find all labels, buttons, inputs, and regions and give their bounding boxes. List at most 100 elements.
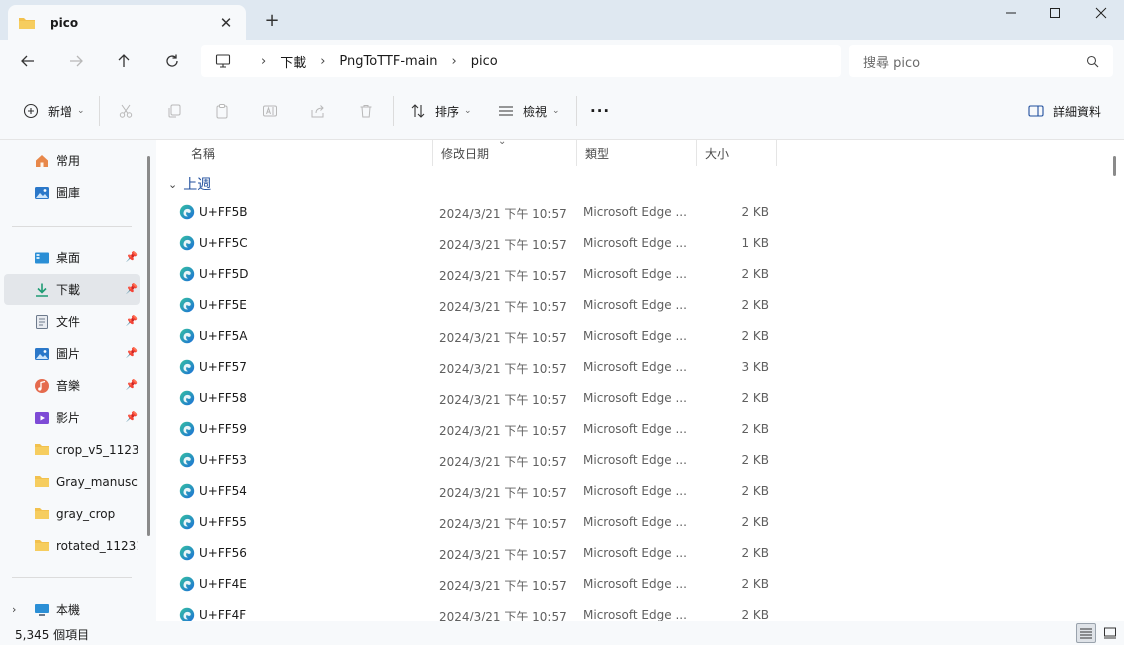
sidebar-item-folder[interactable]: Gray_manuscrip [4, 466, 140, 497]
tab-pico[interactable]: pico ✕ [8, 5, 246, 40]
file-date: 2024/3/21 下午 10:57 [439, 424, 567, 438]
file-row[interactable]: U+FF4F 2024/3/21 下午 10:57 Microsoft Edge .… [158, 599, 1108, 621]
chevron-down-icon: ⌄ [168, 177, 178, 191]
file-row[interactable]: U+FF56 2024/3/21 下午 10:57 Microsoft Edge .… [158, 537, 1108, 568]
file-date: 2024/3/21 下午 10:57 [439, 362, 567, 376]
edge-html-icon [179, 390, 195, 406]
file-type: Microsoft Edge ... [583, 422, 687, 436]
pin-icon[interactable]: 📌 [126, 316, 138, 327]
cut-button[interactable] [116, 101, 136, 121]
column-header-date[interactable]: 修改日期 [433, 140, 577, 166]
forward-button[interactable] [62, 48, 90, 74]
file-date: 2024/3/21 下午 10:57 [439, 579, 567, 593]
chevron-down-icon: ⌄ [552, 106, 560, 116]
breadcrumb-downloads[interactable]: 下載 [280, 52, 306, 71]
breadcrumb-separator[interactable]: › [452, 54, 457, 69]
sidebar-item-videos[interactable]: 影片 📌 [4, 402, 140, 433]
close-window-button[interactable] [1078, 0, 1124, 26]
group-header[interactable]: ⌄ 上週 [168, 174, 211, 194]
pin-icon[interactable]: 📌 [126, 380, 138, 391]
tab-close-button[interactable]: ✕ [216, 14, 236, 32]
address-row: › 下載 › PngToTTF-main › pico 搜尋 pico [0, 40, 1124, 82]
file-date: 2024/3/21 下午 10:57 [439, 455, 567, 469]
file-size: 2 KB [741, 422, 769, 436]
maximize-button[interactable] [1032, 0, 1078, 26]
file-row[interactable]: U+FF54 2024/3/21 下午 10:57 Microsoft Edge .… [158, 475, 1108, 506]
file-size: 2 KB [741, 608, 769, 621]
sidebar-item-downloads[interactable]: 下載 📌 [4, 274, 140, 305]
breadcrumb-pico[interactable]: pico [471, 54, 498, 69]
sort-button[interactable]: 排序 ⌄ [409, 100, 472, 122]
file-name: U+FF5E [199, 298, 247, 312]
copy-icon [168, 104, 181, 118]
column-header-size[interactable]: 大小 [697, 140, 777, 166]
edge-html-icon [179, 297, 195, 313]
sidebar-item-folder[interactable]: gray_crop [4, 498, 140, 529]
search-input[interactable]: 搜尋 pico [849, 45, 1113, 77]
refresh-button[interactable] [158, 48, 186, 74]
more-options-button[interactable]: ··· [590, 100, 610, 122]
sidebar-item-folder[interactable]: crop_v5_11231 [4, 434, 140, 465]
back-button[interactable] [14, 48, 42, 74]
sidebar-item-music[interactable]: 音樂 📌 [4, 370, 140, 401]
breadcrumb-separator[interactable]: › [320, 54, 325, 69]
sidebar-item-desktop[interactable]: 桌面 📌 [4, 242, 140, 273]
sidebar-item-folder[interactable]: rotated_112318 [4, 530, 140, 561]
file-row[interactable]: U+FF5A 2024/3/21 下午 10:57 Microsoft Edge .… [158, 320, 1108, 351]
edge-html-icon [179, 576, 195, 592]
computer-icon [215, 53, 231, 69]
file-row[interactable]: U+FF53 2024/3/21 下午 10:57 Microsoft Edge .… [158, 444, 1108, 475]
column-header-label: 名稱 [191, 146, 216, 161]
minimize-button[interactable] [988, 0, 1034, 26]
new-tab-button[interactable]: + [262, 10, 282, 31]
column-header-name[interactable]: 名稱 [183, 140, 433, 166]
sidebar-item-gallery[interactable]: 圖庫 [4, 177, 140, 208]
file-row[interactable]: U+FF59 2024/3/21 下午 10:57 Microsoft Edge .… [158, 413, 1108, 444]
pin-icon[interactable]: 📌 [126, 252, 138, 263]
tiles-view-button[interactable] [1100, 623, 1120, 643]
view-button[interactable]: 檢視 ⌄ [497, 100, 560, 122]
chevron-right-icon[interactable]: › [12, 603, 16, 616]
file-row[interactable]: U+FF58 2024/3/21 下午 10:57 Microsoft Edge .… [158, 382, 1108, 413]
copy-button[interactable] [164, 101, 184, 121]
file-row[interactable]: U+FF5B 2024/3/21 下午 10:57 Microsoft Edge .… [158, 196, 1108, 227]
breadcrumb-separator[interactable]: › [261, 54, 266, 69]
new-button[interactable]: 新增 ⌄ [22, 100, 85, 122]
file-row[interactable]: U+FF5C 2024/3/21 下午 10:57 Microsoft Edge .… [158, 227, 1108, 258]
file-row[interactable]: U+FF5D 2024/3/21 下午 10:57 Microsoft Edge .… [158, 258, 1108, 289]
file-row[interactable]: U+FF57 2024/3/21 下午 10:57 Microsoft Edge .… [158, 351, 1108, 382]
share-icon [311, 105, 324, 118]
pin-icon[interactable]: 📌 [126, 412, 138, 423]
breadcrumb-pngtottf[interactable]: PngToTTF-main [339, 54, 437, 69]
up-button[interactable] [110, 48, 138, 74]
sidebar-scrollbar[interactable] [147, 156, 150, 536]
file-row[interactable]: U+FF5E 2024/3/21 下午 10:57 Microsoft Edge .… [158, 289, 1108, 320]
file-row[interactable]: U+FF4E 2024/3/21 下午 10:57 Microsoft Edge .… [158, 568, 1108, 599]
file-size: 2 KB [741, 515, 769, 529]
navigation-pane: 常用 圖庫 桌面 📌 下載 📌 文件 📌 圖片 📌 音樂 📌 影片 📌 crop… [0, 140, 156, 621]
share-button[interactable] [308, 101, 328, 121]
details-view-button[interactable] [1076, 623, 1096, 643]
file-name: U+FF4E [199, 577, 247, 591]
tab-title: pico [50, 15, 79, 30]
sort-icon [409, 102, 427, 120]
sidebar-item-home[interactable]: 常用 [4, 145, 140, 176]
paste-button[interactable] [212, 101, 232, 121]
pin-icon[interactable]: 📌 [126, 284, 138, 295]
address-bar[interactable]: › 下載 › PngToTTF-main › pico [201, 45, 841, 77]
file-date: 2024/3/21 下午 10:57 [439, 486, 567, 500]
delete-button[interactable] [356, 101, 376, 121]
folder-icon [34, 538, 50, 554]
pin-icon[interactable]: 📌 [126, 348, 138, 359]
sidebar-item-pictures[interactable]: 圖片 📌 [4, 338, 140, 369]
file-row[interactable]: U+FF55 2024/3/21 下午 10:57 Microsoft Edge .… [158, 506, 1108, 537]
vertical-scrollbar[interactable] [1113, 156, 1116, 176]
file-type: Microsoft Edge ... [583, 298, 687, 312]
sidebar-label: 圖庫 [56, 186, 81, 200]
details-pane-button[interactable]: 詳細資料 [1027, 100, 1101, 122]
rename-button[interactable] [260, 101, 280, 121]
sidebar-item-documents[interactable]: 文件 📌 [4, 306, 140, 337]
file-name: U+FF59 [199, 422, 247, 436]
column-header-type[interactable]: 類型 [577, 140, 697, 166]
sidebar-label: gray_crop [56, 506, 116, 521]
